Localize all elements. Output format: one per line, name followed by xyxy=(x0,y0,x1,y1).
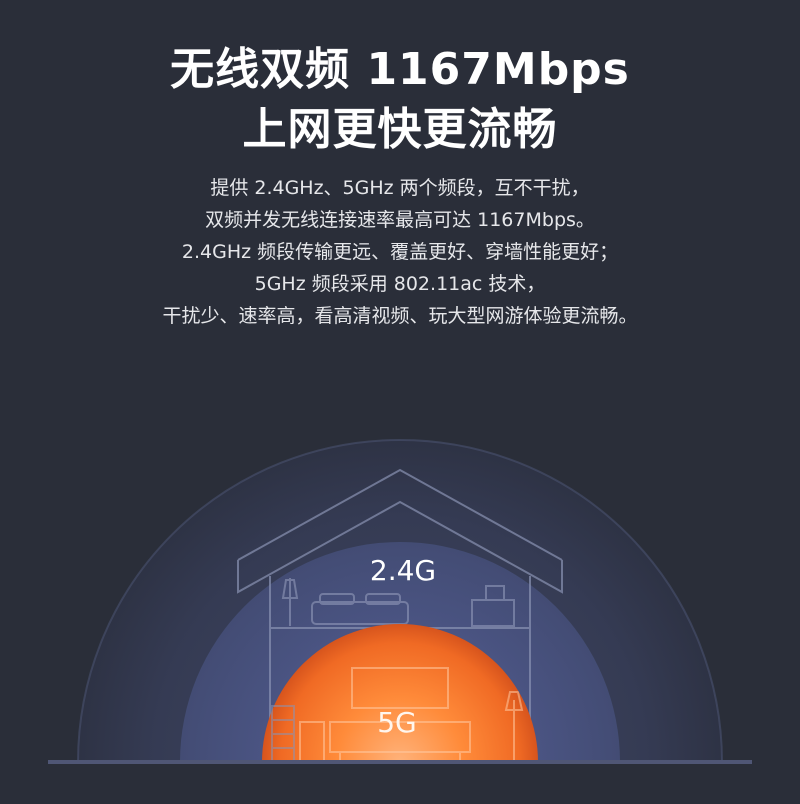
description-line: 2.4GHz 频段传输更远、覆盖更好、穿墙性能更好； xyxy=(181,241,619,263)
coverage-illustration: 2.4G 5G xyxy=(0,400,800,800)
band-24g-label: 2.4G xyxy=(369,554,437,587)
coverage-graphic xyxy=(48,439,752,764)
band-5g-label: 5G xyxy=(377,706,417,739)
feature-description: 提供 2.4GHz、5GHz 两个频段，互不干扰， 双频并发无线连接速率最高可达… xyxy=(0,172,800,332)
description-line: 双频并发无线连接速率最高可达 1167Mbps。 xyxy=(205,209,595,231)
floor-line xyxy=(48,760,752,764)
description-line: 干扰少、速率高，看高清视频、玩大型网游体验更流畅。 xyxy=(162,305,638,327)
headline-line-2: 上网更快更流畅 xyxy=(242,104,558,155)
headline-line-1: 无线双频 1167Mbps xyxy=(170,44,630,95)
description-line: 5GHz 频段采用 802.11ac 技术， xyxy=(254,273,546,295)
headline: 无线双频 1167Mbps 上网更快更流畅 xyxy=(0,40,800,160)
description-line: 提供 2.4GHz、5GHz 两个频段，互不干扰， xyxy=(210,177,590,199)
